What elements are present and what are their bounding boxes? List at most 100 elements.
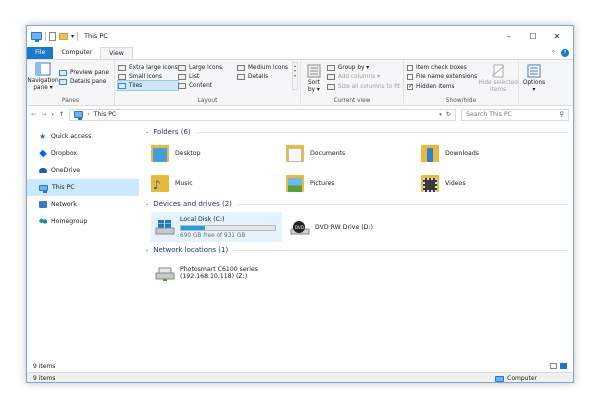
layout-extra-large-icons[interactable]: Extra large icons	[118, 63, 178, 72]
nav-item-label: OneDrive	[51, 167, 81, 174]
folder-videos[interactable]: Videos	[421, 168, 556, 198]
star-icon: ★	[39, 132, 47, 141]
file-name-extensions-toggle[interactable]: File name extensions	[407, 73, 477, 83]
folder-label: Pictures	[310, 179, 335, 187]
size-columns-icon	[326, 83, 335, 90]
hidden-items-label: Hidden items	[416, 83, 455, 90]
layout-medium-icons[interactable]: Medium icons	[237, 63, 293, 72]
options-icon	[527, 64, 541, 78]
documents-folder-icon	[286, 143, 304, 163]
folder-downloads[interactable]: Downloads	[421, 138, 556, 168]
address-bar[interactable]: › This PC ▾ ↻	[69, 108, 456, 121]
options-button[interactable]: Options ▾	[522, 62, 546, 93]
nav-item-network[interactable]: Network	[27, 196, 139, 213]
drive-dvd-rw-d[interactable]: DVD DVD RW Drive (D:)	[286, 212, 377, 242]
collapse-ribbon-icon[interactable]: ^	[551, 50, 556, 57]
breadcrumb-separator: ›	[87, 111, 90, 118]
search-input[interactable]: Search This PC ⚲	[461, 108, 569, 121]
quick-access-toolbar: ▾	[31, 31, 79, 42]
help-icon[interactable]: ?	[561, 49, 569, 57]
up-icon[interactable]: ↑	[59, 111, 64, 118]
back-icon[interactable]: ←	[31, 111, 36, 118]
add-columns-button[interactable]: Add columns ▾	[326, 73, 400, 83]
maximize-button[interactable]: ☐	[521, 32, 545, 41]
toolbar-separator	[77, 31, 79, 41]
refresh-icon[interactable]: ↻	[446, 111, 451, 118]
section-header-network[interactable]: ⌄ Network locations (1)	[145, 244, 573, 256]
list-icon	[178, 73, 186, 80]
drive-free-space: 690 GB free of 931 GB	[180, 232, 246, 239]
layout-tiles[interactable]: Tiles	[117, 80, 179, 91]
details-pane-button[interactable]: Details pane	[59, 78, 109, 88]
hidden-items-checkbox[interactable]	[407, 83, 413, 90]
network-location-name: Photosmart C6100 series	[180, 266, 258, 273]
add-columns-label: Add columns ▾	[337, 74, 381, 81]
group-by-button[interactable]: Group by ▾	[326, 63, 400, 73]
file-name-extensions-checkbox[interactable]	[407, 74, 413, 81]
layout-scroll-arrows[interactable]: ▴ ▾ ▾	[292, 62, 298, 90]
computer-icon	[31, 32, 42, 42]
details-view-icon[interactable]	[550, 363, 557, 369]
breadcrumb-this-pc[interactable]: This PC	[94, 111, 117, 118]
item-check-boxes-toggle[interactable]: Item check boxes	[407, 63, 477, 73]
network-drive-icon	[155, 267, 175, 281]
nav-item-label: This PC	[52, 184, 75, 191]
group-by-label: Group by ▾	[337, 64, 370, 71]
nav-item-this-pc[interactable]: This PC	[27, 179, 139, 196]
panes-group: Navigation pane ▾ Preview pane Details p…	[27, 60, 115, 105]
recent-locations-icon[interactable]: ▾	[51, 112, 54, 118]
network-location-photosmart[interactable]: Photosmart C6100 series (192.168.10.118)…	[151, 258, 262, 288]
drive-name: Local Disk (C:)	[180, 215, 225, 223]
layout-small-icons[interactable]: Small icons	[118, 72, 178, 81]
close-button[interactable]: ✕	[545, 32, 569, 41]
content-icon	[178, 82, 186, 89]
new-folder-icon[interactable]	[59, 32, 68, 40]
computer-icon	[39, 184, 48, 193]
preview-pane-button[interactable]: Preview pane	[59, 68, 109, 78]
network-locations-list: Photosmart C6100 series (192.168.10.118)…	[145, 256, 573, 290]
nav-item-quick-access[interactable]: ★ Quick access	[27, 128, 139, 145]
dropbox-icon	[39, 149, 47, 158]
toolbar-separator	[45, 31, 46, 41]
options-group: Options ▾	[519, 60, 549, 105]
folder-desktop[interactable]: Desktop	[151, 138, 286, 168]
status-bar: 9 items	[27, 360, 573, 372]
layout-content[interactable]: Content	[178, 81, 237, 90]
item-check-boxes-checkbox[interactable]	[407, 64, 413, 71]
content-pane: ⌄ Folders (6) Desktop Documents Downloads…	[139, 123, 573, 363]
layout-details[interactable]: Details	[237, 72, 293, 81]
section-header-folders[interactable]: ⌄ Folders (6)	[145, 126, 573, 138]
drive-local-disk-c[interactable]: Local Disk (C:) 690 GB free of 931 GB	[151, 212, 282, 242]
folder-music[interactable]: ♪ Music	[151, 168, 286, 198]
folder-pictures[interactable]: Pictures	[286, 168, 421, 198]
customize-toolbar-icon[interactable]: ▾	[71, 33, 74, 40]
section-header-devices[interactable]: ⌄ Devices and drives (2)	[145, 198, 573, 210]
minimize-button[interactable]: –	[497, 32, 521, 41]
search-icon[interactable]: ⚲	[559, 111, 564, 118]
navigation-pane: ★ Quick access Dropbox OneDrive This PC N…	[27, 123, 139, 363]
tab-view[interactable]: View	[100, 47, 133, 59]
layout-list[interactable]: List	[178, 72, 237, 81]
layout-option-label: Small icons	[129, 73, 162, 80]
details-pane-icon	[59, 79, 67, 86]
show-hide-group: Item check boxes File name extensions Hi…	[404, 60, 519, 105]
layout-large-icons[interactable]: Large icons	[178, 63, 237, 72]
tab-file[interactable]: File	[27, 47, 54, 59]
large-icons-icon	[178, 64, 186, 71]
nav-item-onedrive[interactable]: OneDrive	[27, 162, 139, 179]
section-divider	[232, 249, 567, 251]
nav-item-dropbox[interactable]: Dropbox	[27, 145, 139, 162]
forward-icon[interactable]: →	[41, 111, 46, 118]
nav-item-homegroup[interactable]: Homegroup	[27, 213, 139, 230]
videos-folder-icon	[421, 173, 439, 193]
drive-name: DVD RW Drive (D:)	[315, 223, 373, 231]
current-view-group-label: Current view	[333, 98, 371, 104]
layout-option-label: Details	[248, 73, 269, 80]
folder-documents[interactable]: Documents	[286, 138, 421, 168]
large-icons-view-icon[interactable]	[560, 363, 567, 369]
tab-computer[interactable]: Computer	[53, 47, 100, 59]
hidden-items-toggle[interactable]: Hidden items	[407, 82, 477, 92]
properties-icon[interactable]	[49, 31, 56, 41]
size-all-columns-button[interactable]: Size all columns to fit	[326, 82, 400, 92]
address-dropdown-icon[interactable]: ▾	[439, 112, 442, 118]
